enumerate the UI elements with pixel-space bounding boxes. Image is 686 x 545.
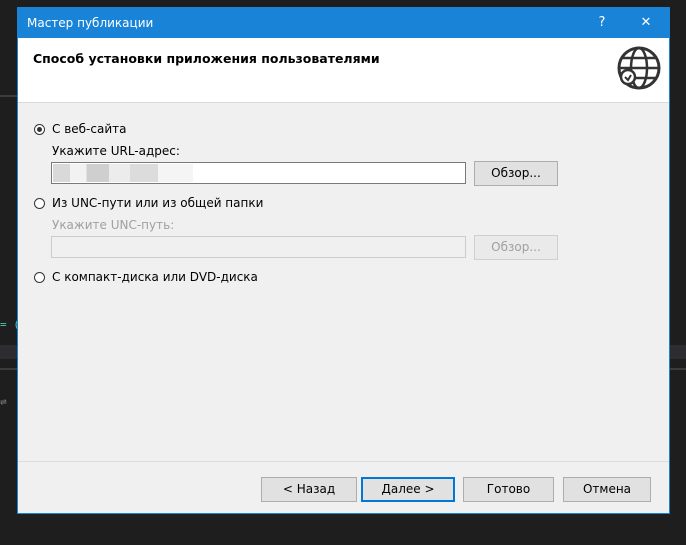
- radio-web-option[interactable]: С веб-сайта: [34, 122, 126, 136]
- help-button[interactable]: ?: [587, 8, 617, 38]
- url-input[interactable]: [51, 162, 466, 184]
- unc-browse-button[interactable]: Обзор...: [474, 235, 558, 260]
- radio-button-web[interactable]: [34, 123, 45, 135]
- window-title: Мастер публикации: [27, 16, 154, 30]
- title-bar: Мастер публикации ? ✕: [18, 8, 669, 38]
- radio-button-cd[interactable]: [34, 271, 45, 283]
- page-heading: Способ установки приложения пользователя…: [33, 51, 380, 66]
- radio-cd-label: С компакт-диска или DVD-диска: [52, 270, 258, 284]
- unc-input[interactable]: [51, 236, 466, 258]
- close-button[interactable]: ✕: [631, 8, 661, 38]
- unc-label: Укажите UNC-путь:: [52, 218, 175, 232]
- url-label: Укажите URL-адрес:: [52, 144, 180, 158]
- publish-wizard-dialog: Мастер публикации ? ✕ Способ установки п…: [17, 7, 670, 514]
- ide-wrap-icon: ⇌: [0, 395, 7, 408]
- globe-icon: [617, 46, 661, 90]
- radio-unc-label: Из UNC-пути или из общей папки: [52, 196, 264, 210]
- url-browse-button[interactable]: Обзор...: [474, 161, 558, 186]
- wizard-header: Способ установки приложения пользователя…: [18, 38, 669, 103]
- radio-unc-option[interactable]: Из UNC-пути или из общей папки: [34, 196, 263, 210]
- radio-web-label: С веб-сайта: [52, 122, 127, 136]
- next-button[interactable]: Далее >: [361, 477, 455, 502]
- radio-button-unc[interactable]: [34, 197, 45, 209]
- radio-cd-option[interactable]: С компакт-диска или DVD-диска: [34, 270, 258, 284]
- back-button[interactable]: < Назад: [261, 477, 357, 502]
- finish-button[interactable]: Готово: [463, 477, 554, 502]
- footer-separator: [18, 461, 669, 462]
- url-input-redacted-value: [53, 164, 193, 182]
- cancel-button[interactable]: Отмена: [563, 477, 651, 502]
